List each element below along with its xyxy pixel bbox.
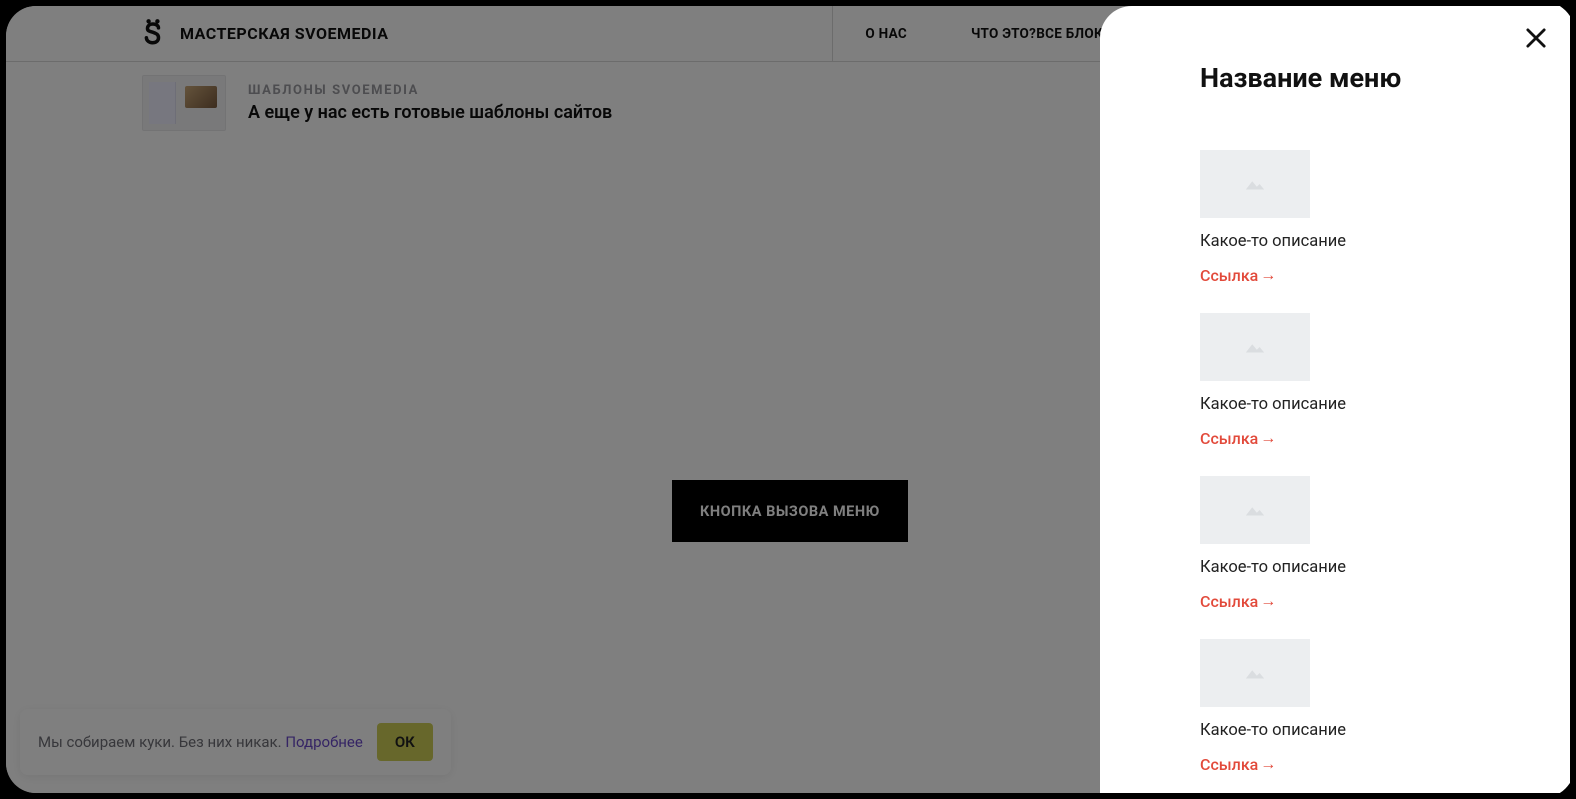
side-menu-panel: Название меню Какое-то описание Ссылка→ … bbox=[1100, 6, 1570, 793]
card-desc: Какое-то описание bbox=[1200, 395, 1514, 414]
card-desc: Какое-то описание bbox=[1200, 232, 1514, 251]
open-menu-button[interactable]: КНОПКА ВЫЗОВА МЕНЮ bbox=[672, 480, 908, 542]
card-link[interactable]: Ссылка→ bbox=[1200, 591, 1514, 611]
menu-card: Какое-то описание Ссылка→ bbox=[1200, 476, 1514, 611]
card-link[interactable]: Ссылка→ bbox=[1200, 265, 1514, 285]
card-desc: Какое-то описание bbox=[1200, 721, 1514, 740]
arrow-right-icon: → bbox=[1260, 591, 1276, 611]
arrow-right-icon: → bbox=[1260, 754, 1276, 774]
menu-card: Какое-то описание Ссылка→ bbox=[1200, 313, 1514, 448]
promo-eyebrow: ШАБЛОНЫ SVOEMEDIA bbox=[248, 83, 612, 98]
cookie-text: Мы собираем куки. Без них никак. Подробн… bbox=[38, 733, 363, 751]
logo[interactable]: МАСТЕРСКАЯ SVOEMEDIA bbox=[142, 20, 388, 48]
panel-list: Какое-то описание Ссылка→ Какое-то описа… bbox=[1200, 150, 1514, 774]
card-link-text: Ссылка bbox=[1200, 755, 1258, 774]
card-link-text: Ссылка bbox=[1200, 266, 1258, 285]
card-desc: Какое-то описание bbox=[1200, 558, 1514, 577]
nav-divider bbox=[832, 6, 833, 61]
close-icon[interactable] bbox=[1522, 24, 1550, 52]
menu-card: Какое-то описание Ссылка→ bbox=[1200, 639, 1514, 774]
nav-what[interactable]: ЧТО ЭТО? bbox=[971, 26, 1036, 42]
card-link-text: Ссылка bbox=[1200, 429, 1258, 448]
image-placeholder-icon bbox=[1200, 476, 1310, 544]
card-link[interactable]: Ссылка→ bbox=[1200, 428, 1514, 448]
cookie-more-link[interactable]: Подробнее bbox=[285, 733, 363, 751]
image-placeholder-icon bbox=[1200, 150, 1310, 218]
promo-title: А еще у нас есть готовые шаблоны сайтов bbox=[248, 102, 612, 123]
image-placeholder-icon bbox=[1200, 639, 1310, 707]
promo-thumbnail bbox=[142, 75, 226, 131]
arrow-right-icon: → bbox=[1260, 428, 1276, 448]
menu-card: Какое-то описание Ссылка→ bbox=[1200, 150, 1514, 285]
arrow-right-icon: → bbox=[1260, 265, 1276, 285]
card-link-text: Ссылка bbox=[1200, 592, 1258, 611]
cookie-ok-button[interactable]: ОК bbox=[377, 723, 433, 761]
cookie-msg: Мы собираем куки. Без них никак. bbox=[38, 733, 285, 751]
image-placeholder-icon bbox=[1200, 313, 1310, 381]
nav-about[interactable]: О НАС bbox=[865, 26, 907, 42]
cookie-banner: Мы собираем куки. Без них никак. Подробн… bbox=[20, 709, 451, 775]
logo-mark-icon bbox=[142, 20, 164, 48]
card-link[interactable]: Ссылка→ bbox=[1200, 754, 1514, 774]
brand-text: МАСТЕРСКАЯ SVOEMEDIA bbox=[180, 24, 388, 43]
panel-title: Название меню bbox=[1200, 62, 1514, 94]
